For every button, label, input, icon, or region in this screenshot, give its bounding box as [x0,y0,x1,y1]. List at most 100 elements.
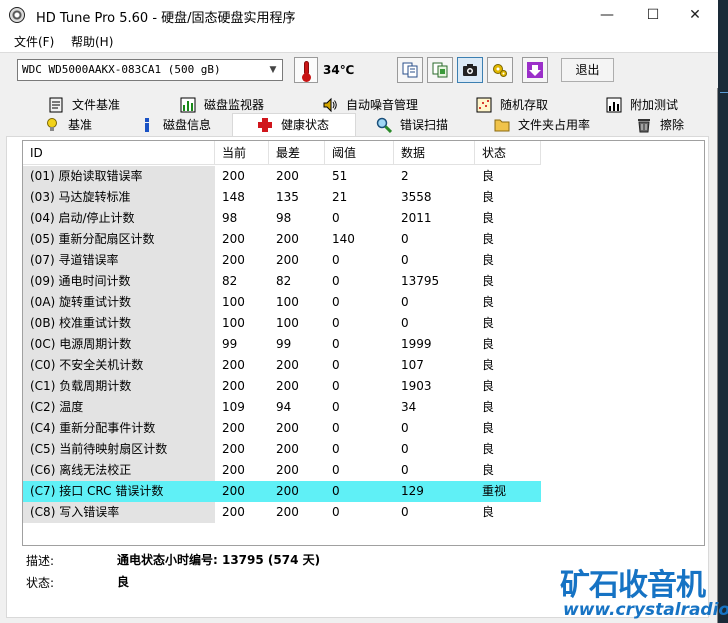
table-row[interactable]: (C1) 负载周期计数 200 200 0 1903 良 [23,376,541,397]
cell-current: 200 [222,421,245,435]
copy-text-icon [402,62,418,78]
cell-threshold: 0 [332,316,340,330]
cell-threshold: 0 [332,484,340,498]
tab-strip: 文件基准 磁盘监视器 自动噪音管理 随机存取 附加测试 基准 磁盘信息 健康状态… [0,93,718,136]
minimize-button[interactable]: — [584,0,630,30]
col-header-threshold[interactable]: 阈值 [325,141,394,165]
exit-button[interactable]: 退出 [561,58,614,82]
cell-id: (05) 重新分配扇区计数 [23,229,215,250]
cell-data: 0 [401,442,409,456]
table-row[interactable]: (0C) 电源周期计数 99 99 0 1999 良 [23,334,541,355]
cell-status: 良 [482,316,495,330]
smart-table[interactable]: ID 当前 最差 阈值 数据 状态 (01) 原始读取错误率 200 200 51 2 良… [22,140,705,546]
cell-worst: 200 [276,463,299,477]
magnifier-icon [376,117,392,133]
download-arrow-icon [527,62,543,78]
cell-id: (C0) 不安全关机计数 [23,355,215,376]
menu-file[interactable]: 文件(F) [14,33,54,50]
table-row[interactable]: (C6) 离线无法校正 200 200 0 0 良 [23,460,541,481]
maximize-button[interactable]: ☐ [630,0,676,30]
table-row[interactable]: (C7) 接口 CRC 错误计数 200 200 0 129 重视 [23,481,541,502]
drive-select[interactable]: WDC WD5000AAKX-083CA1 (500 gB) ▼ [17,59,283,81]
description-label: 描述: [26,554,55,568]
cell-id: (C7) 接口 CRC 错误计数 [23,481,215,502]
cell-id: (01) 原始读取错误率 [23,166,215,187]
cell-id: (C5) 当前待映射扇区计数 [23,439,215,460]
drive-select-value: WDC WD5000AAKX-083CA1 (500 gB) [22,63,221,76]
cell-status: 良 [482,274,495,288]
description-value: 通电状态小时编号: 13795 (574 天) [117,553,321,567]
table-row[interactable]: (05) 重新分配扇区计数 200 200 140 0 良 [23,229,541,250]
chevron-down-icon[interactable]: ▼ [264,60,282,80]
cell-threshold: 0 [332,274,340,288]
cell-current: 100 [222,316,245,330]
cell-id: (C6) 离线无法校正 [23,460,215,481]
cell-current: 82 [222,274,238,288]
screenshot-button[interactable] [457,57,483,83]
gear-icon [493,64,507,77]
cell-status: 良 [482,505,495,519]
table-row[interactable]: (C8) 写入错误率 200 200 0 0 良 [23,502,541,523]
cell-id: (0B) 校准重试计数 [23,313,215,334]
table-row[interactable]: (07) 寻道错误率 200 200 0 0 良 [23,250,541,271]
table-row[interactable]: (C0) 不安全关机计数 200 200 0 107 良 [23,355,541,376]
copy-info-icon [432,62,448,78]
cell-status: 良 [482,421,495,435]
cell-status: 重视 [482,484,507,498]
cell-worst: 200 [276,505,299,519]
cell-data: 0 [401,295,409,309]
cell-worst: 99 [276,337,292,351]
health-cross-icon [258,118,272,132]
cell-status: 良 [482,463,495,477]
cell-current: 200 [222,463,245,477]
watermark-title: 矿石收音机 [560,568,706,603]
cell-current: 200 [222,379,245,393]
options-button[interactable] [487,57,513,83]
col-header-status[interactable]: 状态 [475,141,541,165]
cell-threshold: 0 [332,400,340,414]
cell-worst: 200 [276,358,299,372]
table-row[interactable]: (0A) 旋转重试计数 100 100 0 0 良 [23,292,541,313]
cell-worst: 100 [276,316,299,330]
cell-data: 2 [401,169,409,183]
table-row[interactable]: (C5) 当前待映射扇区计数 200 200 0 0 良 [23,439,541,460]
cell-worst: 200 [276,442,299,456]
cell-data: 1903 [401,379,432,393]
col-header-current[interactable]: 当前 [215,141,269,165]
save-button[interactable] [522,57,548,83]
cell-id: (0C) 电源周期计数 [23,334,215,355]
cell-id: (03) 马达旋转标准 [23,187,215,208]
cell-current: 200 [222,232,245,246]
cell-worst: 200 [276,484,299,498]
col-header-id[interactable]: ID [23,141,215,165]
cell-threshold: 51 [332,169,348,183]
cell-current: 100 [222,295,245,309]
table-row[interactable]: (0B) 校准重试计数 100 100 0 0 良 [23,313,541,334]
menu-bar: 文件(F) 帮助(H) [0,30,718,52]
cell-threshold: 0 [332,505,340,519]
cell-threshold: 140 [332,232,355,246]
cell-current: 200 [222,253,245,267]
table-row[interactable]: (03) 马达旋转标准 148 135 21 3558 良 [23,187,541,208]
info-icon [145,118,149,132]
table-row[interactable]: (09) 通电时间计数 82 82 0 13795 良 [23,271,541,292]
table-row[interactable]: (C2) 温度 109 94 0 34 良 [23,397,541,418]
bar-chart-icon [180,97,196,113]
cell-worst: 200 [276,232,299,246]
cell-current: 200 [222,505,245,519]
toolbar: WDC WD5000AAKX-083CA1 (500 gB) ▼ 34℃ 退出 [0,52,718,88]
cell-data: 0 [401,253,409,267]
menu-help[interactable]: 帮助(H) [71,33,113,50]
camera-icon [463,64,477,76]
table-row[interactable]: (04) 启动/停止计数 98 98 0 2011 良 [23,208,541,229]
status-value: 良 [117,575,130,589]
hdtune-app-icon [9,7,25,23]
table-row[interactable]: (C4) 重新分配事件计数 200 200 0 0 良 [23,418,541,439]
close-button[interactable]: ✕ [672,0,718,30]
col-header-worst[interactable]: 最差 [269,141,325,165]
table-row[interactable]: (01) 原始读取错误率 200 200 51 2 良 [23,166,541,187]
temperature-readout: 34℃ [323,63,355,77]
col-header-data[interactable]: 数据 [394,141,475,165]
copy-info-button[interactable] [427,57,453,83]
copy-text-button[interactable] [397,57,423,83]
